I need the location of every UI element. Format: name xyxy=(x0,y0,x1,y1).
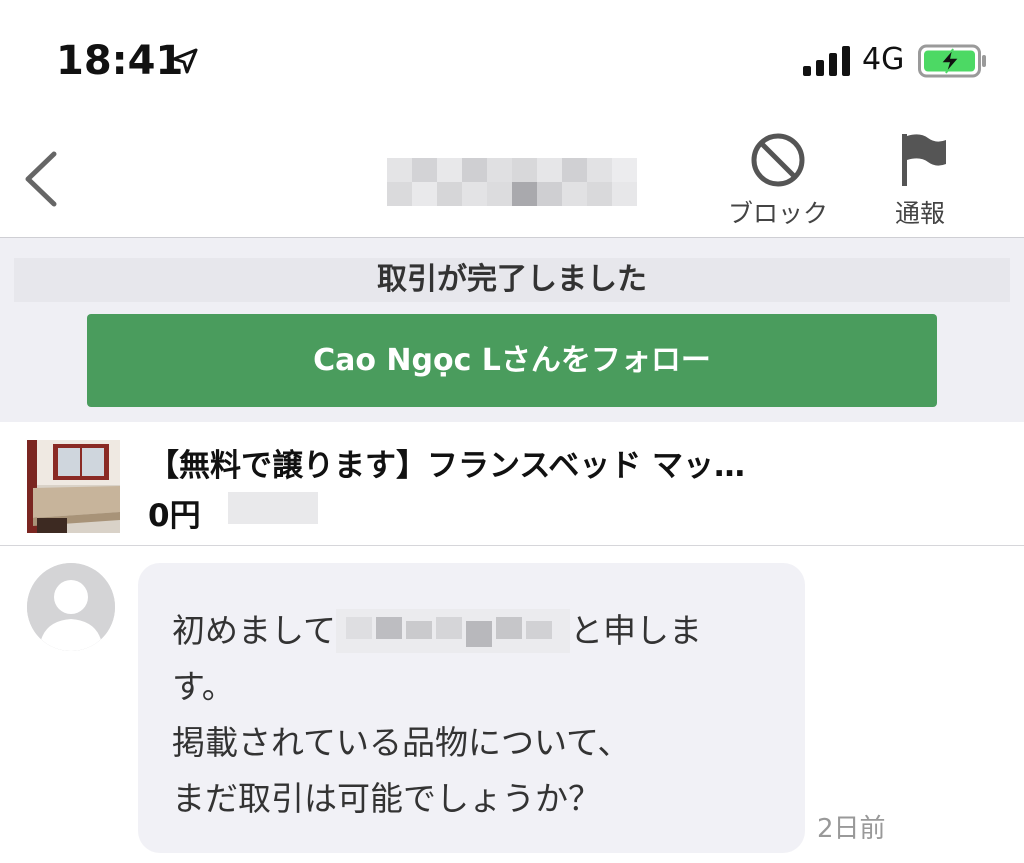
product-row[interactable]: 【無料で譲ります】フランスベッド マッ… 0円 xyxy=(0,422,1024,546)
chat-area[interactable]: 初めまして と申しま す。 掲載されている品物について、 まだ取引は可能でしょう… xyxy=(0,546,1024,863)
message-line-1: 初めまして と申しま xyxy=(172,603,771,659)
transaction-complete-message: 取引が完了しました xyxy=(14,258,1010,302)
status-time: 18:41 xyxy=(56,38,184,84)
message-line-2: す。 xyxy=(172,667,235,706)
flag-icon xyxy=(902,134,946,186)
navigation-bar: ブロック 通報 xyxy=(0,120,1024,238)
message-text: と申しま xyxy=(570,611,703,650)
location-arrow-icon xyxy=(172,48,198,74)
message-line-4: まだ取引は可能でしょうか？ xyxy=(172,779,601,818)
follow-button[interactable]: Cao Ngọc Lさんをフォロー xyxy=(87,314,937,407)
transaction-banner: 取引が完了しました Cao Ngọc Lさんをフォロー xyxy=(0,238,1024,422)
avatar[interactable] xyxy=(27,563,115,651)
status-bar: 18:41 4G xyxy=(0,0,1024,120)
network-type: 4G xyxy=(862,42,905,77)
battery-charging-icon xyxy=(918,44,986,78)
report-button[interactable]: 通報 xyxy=(865,130,975,230)
product-price: 0円 xyxy=(148,498,201,534)
message-timestamp: 2日前 xyxy=(817,814,886,844)
product-thumbnail xyxy=(27,440,120,533)
report-label: 通報 xyxy=(894,199,945,228)
message-text: 初めまして xyxy=(172,611,337,650)
redacted-name xyxy=(336,609,571,653)
chevron-left-icon[interactable] xyxy=(18,148,68,210)
message-line-3: 掲載されている品物について、 xyxy=(172,723,631,762)
product-title: 【無料で譲ります】フランスベッド マッ… xyxy=(148,448,746,484)
redacted-block xyxy=(228,492,318,524)
block-label: ブロック xyxy=(727,199,828,228)
nav-title-redacted xyxy=(387,158,637,206)
message-bubble: 初めまして と申しま す。 掲載されている品物について、 まだ取引は可能でしょう… xyxy=(138,563,805,853)
prohibited-icon xyxy=(751,133,805,187)
block-button[interactable]: ブロック xyxy=(723,130,833,230)
cellular-signal-icon xyxy=(803,46,850,76)
